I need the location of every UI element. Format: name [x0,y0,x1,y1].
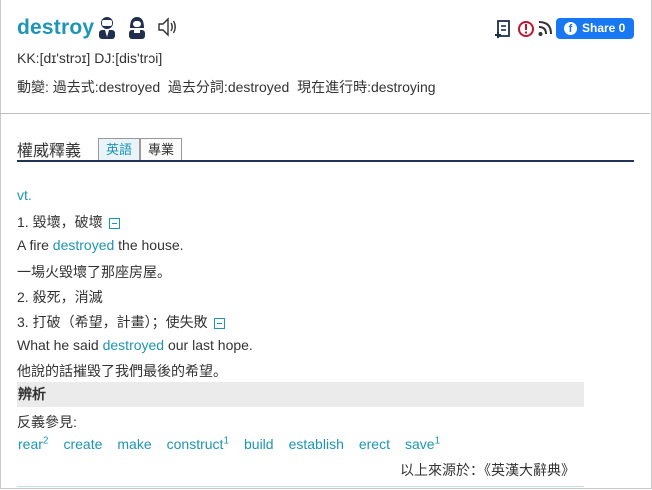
antonym-link[interactable]: construct1 [167,435,229,452]
add-wordbook-icon[interactable] [494,18,512,40]
report-icon[interactable] [517,18,535,40]
facebook-icon: f [564,22,577,35]
word-header: destroy f Share 0 KK:[dɪ'strɔɪ] DJ:[dis'… [0,0,650,114]
antonym-link[interactable]: save1 [405,435,440,452]
male-voice-icon[interactable] [96,15,118,39]
share-label: Share 0 [582,21,626,35]
sense-2-definition: 2. 殺死，消滅 [17,289,103,305]
sense-3-example: What he said destroyed our last hope. [17,337,253,353]
example-text: A fire [17,237,53,253]
example-text: the house. [114,237,184,253]
example-keyword: destroyed [102,337,165,353]
antonym-list: rear2 create make construct1 build establish e… [18,435,455,452]
part-of-speech: vt. [17,187,32,203]
sense-definition-text: 1. 毀壞，破壞 [17,214,103,230]
facebook-share-button[interactable]: f Share 0 [556,18,634,39]
sense-1-example: A fire destroyed the house. [17,237,184,253]
bottom-divider [17,486,584,487]
speaker-icon[interactable] [156,15,178,39]
female-voice-icon[interactable] [126,15,148,39]
tab-professional[interactable]: 專業 [140,138,182,161]
section-divider [17,160,634,162]
inflections: 動變: 過去式:destroyed 過去分詞:destroyed 現在進行時:d… [17,79,436,95]
collapse-icon[interactable] [108,217,120,229]
example-text: What he said [17,337,103,353]
antonym-link[interactable]: build [244,436,274,452]
antonym-link[interactable]: establish [289,436,344,452]
example-text: our last hope. [164,337,253,353]
headword: destroy [17,16,95,39]
pronunciation: KK:[dɪ'strɔɪ] DJ:[dis'trɔi] [17,50,163,66]
antonym-link[interactable]: erect [359,436,390,452]
tab-english[interactable]: 英語 [98,138,140,161]
sense-3-translation: 他說的話摧毀了我們最後的希望。 [17,363,227,379]
analysis-heading-text: 辨析 [18,386,46,402]
source-note: 以上來源於：《英漢大辭典》 [400,462,575,478]
antonym-link[interactable]: create [63,436,102,452]
sense-definition-text: 3. 打破（希望，計畫）；使失敗 [17,314,208,330]
sense-1-translation: 一場火毀壞了那座房屋。 [17,264,171,280]
example-keyword: destroyed [52,237,115,253]
collapse-icon[interactable] [213,317,225,329]
sense-3-definition: 3. 打破（希望，計畫）；使失敗 [17,312,225,332]
antonym-label: 反義參見: [17,414,77,430]
analysis-heading: 辨析 [17,382,584,407]
antonym-link[interactable]: rear2 [18,435,48,452]
sense-1-definition: 1. 毀壞，破壞 [17,212,120,232]
section-title: 權威釋義 [17,143,82,160]
rss-icon[interactable] [537,18,553,40]
antonym-link[interactable]: make [117,436,151,452]
